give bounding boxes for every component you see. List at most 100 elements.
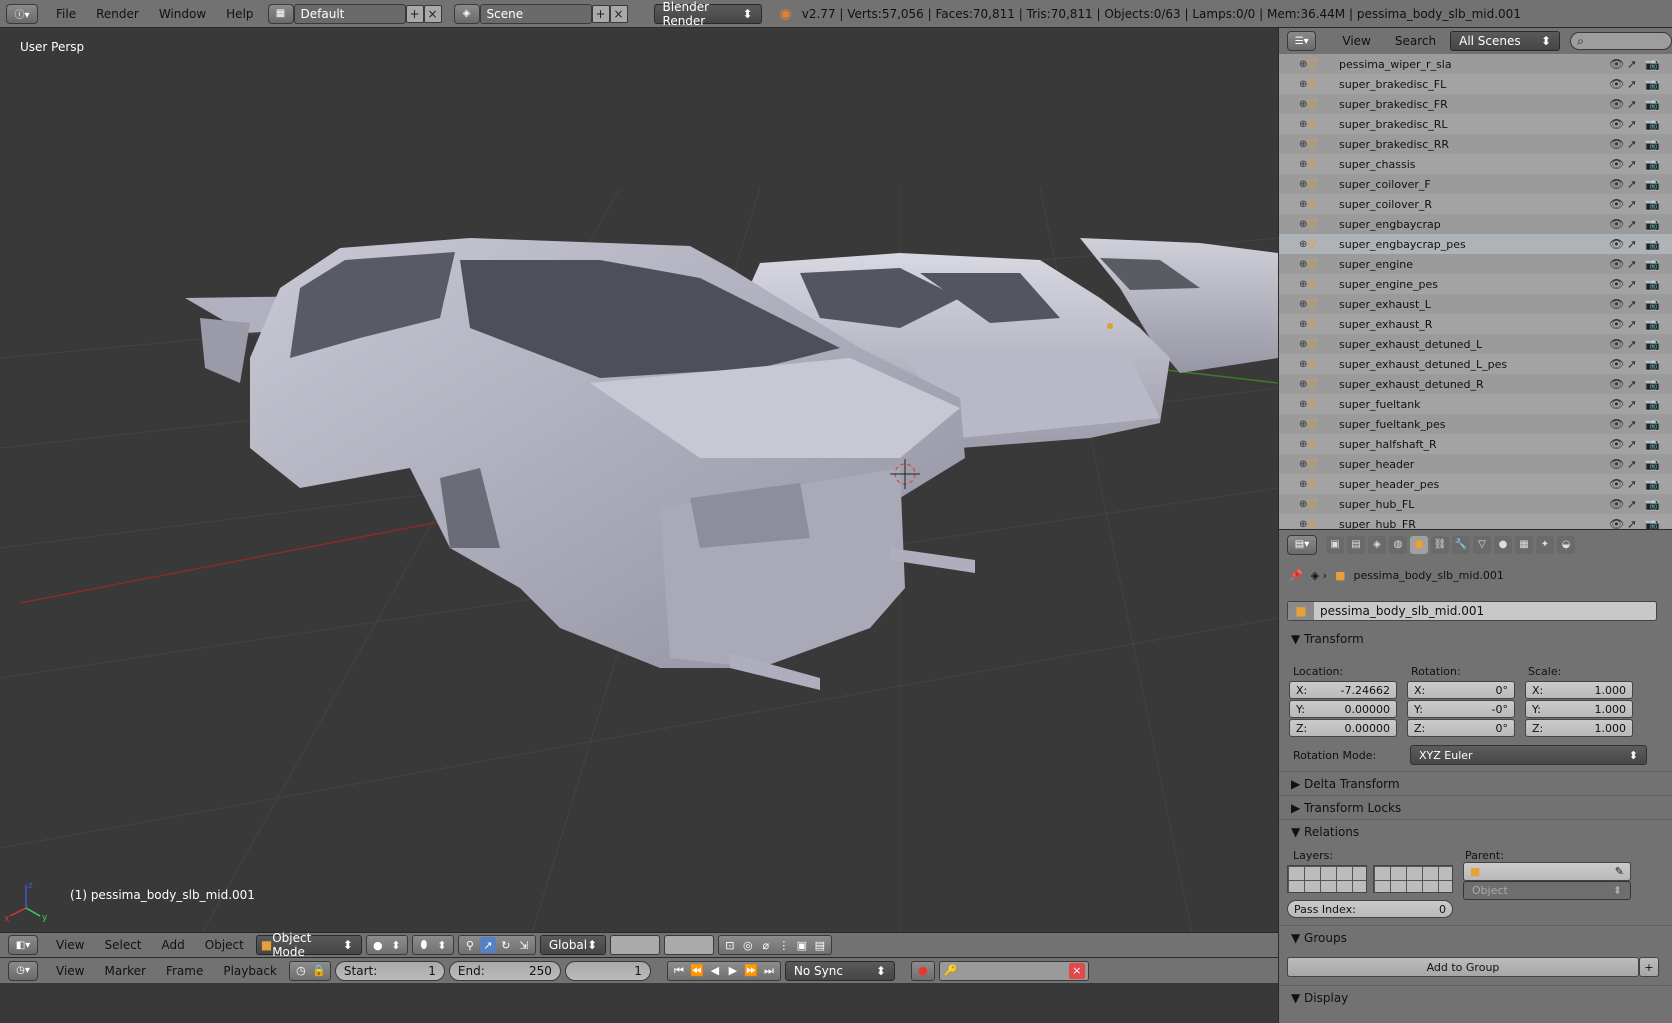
menu-render[interactable]: Render xyxy=(86,7,149,21)
renderability-camera-icon[interactable]: 📷 xyxy=(1645,457,1660,471)
eyedropper-icon[interactable]: ✎ xyxy=(1615,865,1624,878)
selectability-arrow-icon[interactable]: ➚ xyxy=(1627,317,1637,331)
selectability-arrow-icon[interactable]: ➚ xyxy=(1627,257,1637,271)
outliner-row[interactable]: ⊕ ▽ super_fueltank 👁 ➚ 📷 xyxy=(1279,394,1672,414)
prev-keyframe-icon[interactable]: ⏪ xyxy=(689,963,705,979)
selectability-arrow-icon[interactable]: ➚ xyxy=(1627,377,1637,391)
renderability-camera-icon[interactable]: 📷 xyxy=(1645,517,1660,529)
outliner-list[interactable]: ⊕ ▽ pessima_wiper_r_sla 👁 ➚ 📷 ⊕ ▽ super_brakedis… xyxy=(1278,54,1672,529)
remove-screen-button[interactable]: × xyxy=(423,4,442,23)
object-tab-icon[interactable]: ■ xyxy=(1410,535,1428,554)
visibility-eye-icon[interactable]: 👁 xyxy=(1609,377,1624,391)
selectability-arrow-icon[interactable]: ➚ xyxy=(1627,437,1637,451)
transform-locks-panel-title[interactable]: ▶ Transform Locks xyxy=(1279,795,1672,819)
outliner-row[interactable]: ⊕ ▽ super_hub_FL 👁 ➚ 📷 xyxy=(1279,494,1672,514)
render-engine-select[interactable]: Blender Render ⬍ xyxy=(653,0,762,28)
next-keyframe-icon[interactable]: ⏩ xyxy=(743,963,759,979)
scale-icon[interactable]: ⇲ xyxy=(516,937,532,953)
selectability-arrow-icon[interactable]: ➚ xyxy=(1627,337,1637,351)
parent-field[interactable]: ■ ✎ xyxy=(1463,862,1631,881)
parent-type-select[interactable]: Object ⬍ xyxy=(1463,881,1631,900)
jump-start-icon[interactable]: ⏮ xyxy=(671,963,687,979)
rotation-y-field[interactable]: Y: -0° xyxy=(1407,700,1515,718)
outliner-row[interactable]: ⊕ ▽ super_engine_pes 👁 ➚ 📷 xyxy=(1279,274,1672,294)
outliner-row[interactable]: ⊕ ▽ super_header 👁 ➚ 📷 xyxy=(1279,454,1672,474)
renderability-camera-icon[interactable]: 📷 xyxy=(1645,397,1660,411)
menu-view-timeline[interactable]: View xyxy=(48,964,92,978)
selectability-arrow-icon[interactable]: ➚ xyxy=(1627,417,1637,431)
outliner-row[interactable]: ⊕ ▽ super_brakedisc_RR 👁 ➚ 📷 xyxy=(1279,134,1672,154)
renderability-camera-icon[interactable]: 📷 xyxy=(1645,337,1660,351)
visibility-eye-icon[interactable]: 👁 xyxy=(1609,517,1624,529)
selectability-arrow-icon[interactable]: ➚ xyxy=(1627,297,1637,311)
menu-select[interactable]: Select xyxy=(96,938,149,952)
visibility-eye-icon[interactable]: 👁 xyxy=(1609,237,1624,251)
outliner-row[interactable]: ⊕ ▽ super_exhaust_L 👁 ➚ 📷 xyxy=(1279,294,1672,314)
outliner-search-input[interactable]: ⌕ xyxy=(1570,32,1672,50)
menu-window[interactable]: Window xyxy=(149,7,216,21)
menu-help[interactable]: Help xyxy=(216,7,263,21)
viewport-shading-select[interactable]: ● ⬍ xyxy=(365,935,408,955)
screen-layout-icon[interactable]: ▦ xyxy=(267,3,294,24)
lock-layers-icon[interactable]: ⊡ xyxy=(722,937,738,953)
renderability-camera-icon[interactable]: 📷 xyxy=(1645,77,1660,91)
opengl-render-icon[interactable]: ▤ xyxy=(812,937,828,953)
visibility-eye-icon[interactable]: 👁 xyxy=(1609,277,1624,291)
renderability-camera-icon[interactable]: 📷 xyxy=(1645,277,1660,291)
material-tab-icon[interactable]: ● xyxy=(1494,535,1512,554)
outliner-row[interactable]: ⊕ ▽ super_brakedisc_FL 👁 ➚ 📷 xyxy=(1279,74,1672,94)
menu-frame[interactable]: Frame xyxy=(158,964,211,978)
outliner-row[interactable]: ⊕ ▽ super_fueltank_pes 👁 ➚ 📷 xyxy=(1279,414,1672,434)
scale-x-field[interactable]: X: 1.000 xyxy=(1525,681,1633,699)
manipulator-icon[interactable]: ⚲ xyxy=(462,937,478,953)
renderability-camera-icon[interactable]: 📷 xyxy=(1645,477,1660,491)
keying-set-field[interactable]: 🔑 × xyxy=(938,960,1089,981)
renderability-camera-icon[interactable]: 📷 xyxy=(1645,317,1660,331)
visibility-eye-icon[interactable]: 👁 xyxy=(1609,457,1624,471)
outliner-row[interactable]: ⊕ ▽ super_hub_FR 👁 ➚ 📷 xyxy=(1279,514,1672,529)
pass-index-field[interactable]: Pass Index: 0 xyxy=(1287,900,1453,918)
renderability-camera-icon[interactable]: 📷 xyxy=(1645,177,1660,191)
physics-tab-icon[interactable]: ◒ xyxy=(1557,535,1575,554)
transform-panel-title[interactable]: ▼ Transform xyxy=(1279,627,1672,651)
visibility-eye-icon[interactable]: 👁 xyxy=(1609,117,1624,131)
menu-playback[interactable]: Playback xyxy=(215,964,285,978)
selectability-arrow-icon[interactable]: ➚ xyxy=(1627,77,1637,91)
outliner-row[interactable]: ⊕ ▽ super_engbaycrap_pes 👁 ➚ 📷 xyxy=(1279,234,1672,254)
selectability-arrow-icon[interactable]: ➚ xyxy=(1627,477,1637,491)
visibility-eye-icon[interactable]: 👁 xyxy=(1609,417,1624,431)
selectability-arrow-icon[interactable]: ➚ xyxy=(1627,237,1637,251)
pivot-select[interactable]: ⬮ ⬍ xyxy=(411,935,454,955)
visibility-eye-icon[interactable]: 👁 xyxy=(1609,197,1624,211)
start-frame-field[interactable]: Start: 1 xyxy=(334,960,445,981)
outliner-row[interactable]: ⊕ ▽ super_brakedisc_RL 👁 ➚ 📷 xyxy=(1279,114,1672,134)
renderability-camera-icon[interactable]: 📷 xyxy=(1645,217,1660,231)
rotate-icon[interactable]: ↻ xyxy=(498,937,514,953)
visibility-eye-icon[interactable]: 👁 xyxy=(1609,357,1624,371)
constraints-tab-icon[interactable]: ⛓ xyxy=(1431,535,1449,554)
outliner-menu-search[interactable]: Search xyxy=(1385,34,1446,48)
timeline-editor-type-button[interactable]: ◷▾ xyxy=(8,960,38,981)
particles-tab-icon[interactable]: ✦ xyxy=(1536,535,1554,554)
scene-field[interactable]: Scene xyxy=(479,3,592,24)
menu-file[interactable]: File xyxy=(46,7,86,21)
visibility-eye-icon[interactable]: 👁 xyxy=(1609,77,1624,91)
outliner-row[interactable]: ⊕ ▽ super_chassis 👁 ➚ 📷 xyxy=(1279,154,1672,174)
selectability-arrow-icon[interactable]: ➚ xyxy=(1627,97,1637,111)
outliner-display-filter[interactable]: All Scenes ⬍ xyxy=(1450,31,1561,51)
scene-tab-icon[interactable]: ◈ xyxy=(1368,535,1386,554)
delta-transform-panel-title[interactable]: ▶ Delta Transform xyxy=(1279,771,1672,795)
display-panel-title[interactable]: ▼ Display xyxy=(1279,985,1672,1009)
proportional-edit-icon[interactable]: ◎ xyxy=(740,937,756,953)
location-z-field[interactable]: Z: 0.00000 xyxy=(1289,719,1397,737)
play-reverse-icon[interactable]: ◀ xyxy=(707,963,723,979)
selectability-arrow-icon[interactable]: ➚ xyxy=(1627,457,1637,471)
scene-icon[interactable]: ◈ xyxy=(453,3,480,24)
renderability-camera-icon[interactable]: 📷 xyxy=(1645,377,1660,391)
selectability-arrow-icon[interactable]: ➚ xyxy=(1627,157,1637,171)
location-y-field[interactable]: Y: 0.00000 xyxy=(1289,700,1397,718)
selectability-arrow-icon[interactable]: ➚ xyxy=(1627,357,1637,371)
visibility-eye-icon[interactable]: 👁 xyxy=(1609,157,1624,171)
snap-element-icon[interactable]: ⋮ xyxy=(776,937,792,953)
outliner-row[interactable]: ⊕ ▽ super_engbaycrap 👁 ➚ 📷 xyxy=(1279,214,1672,234)
